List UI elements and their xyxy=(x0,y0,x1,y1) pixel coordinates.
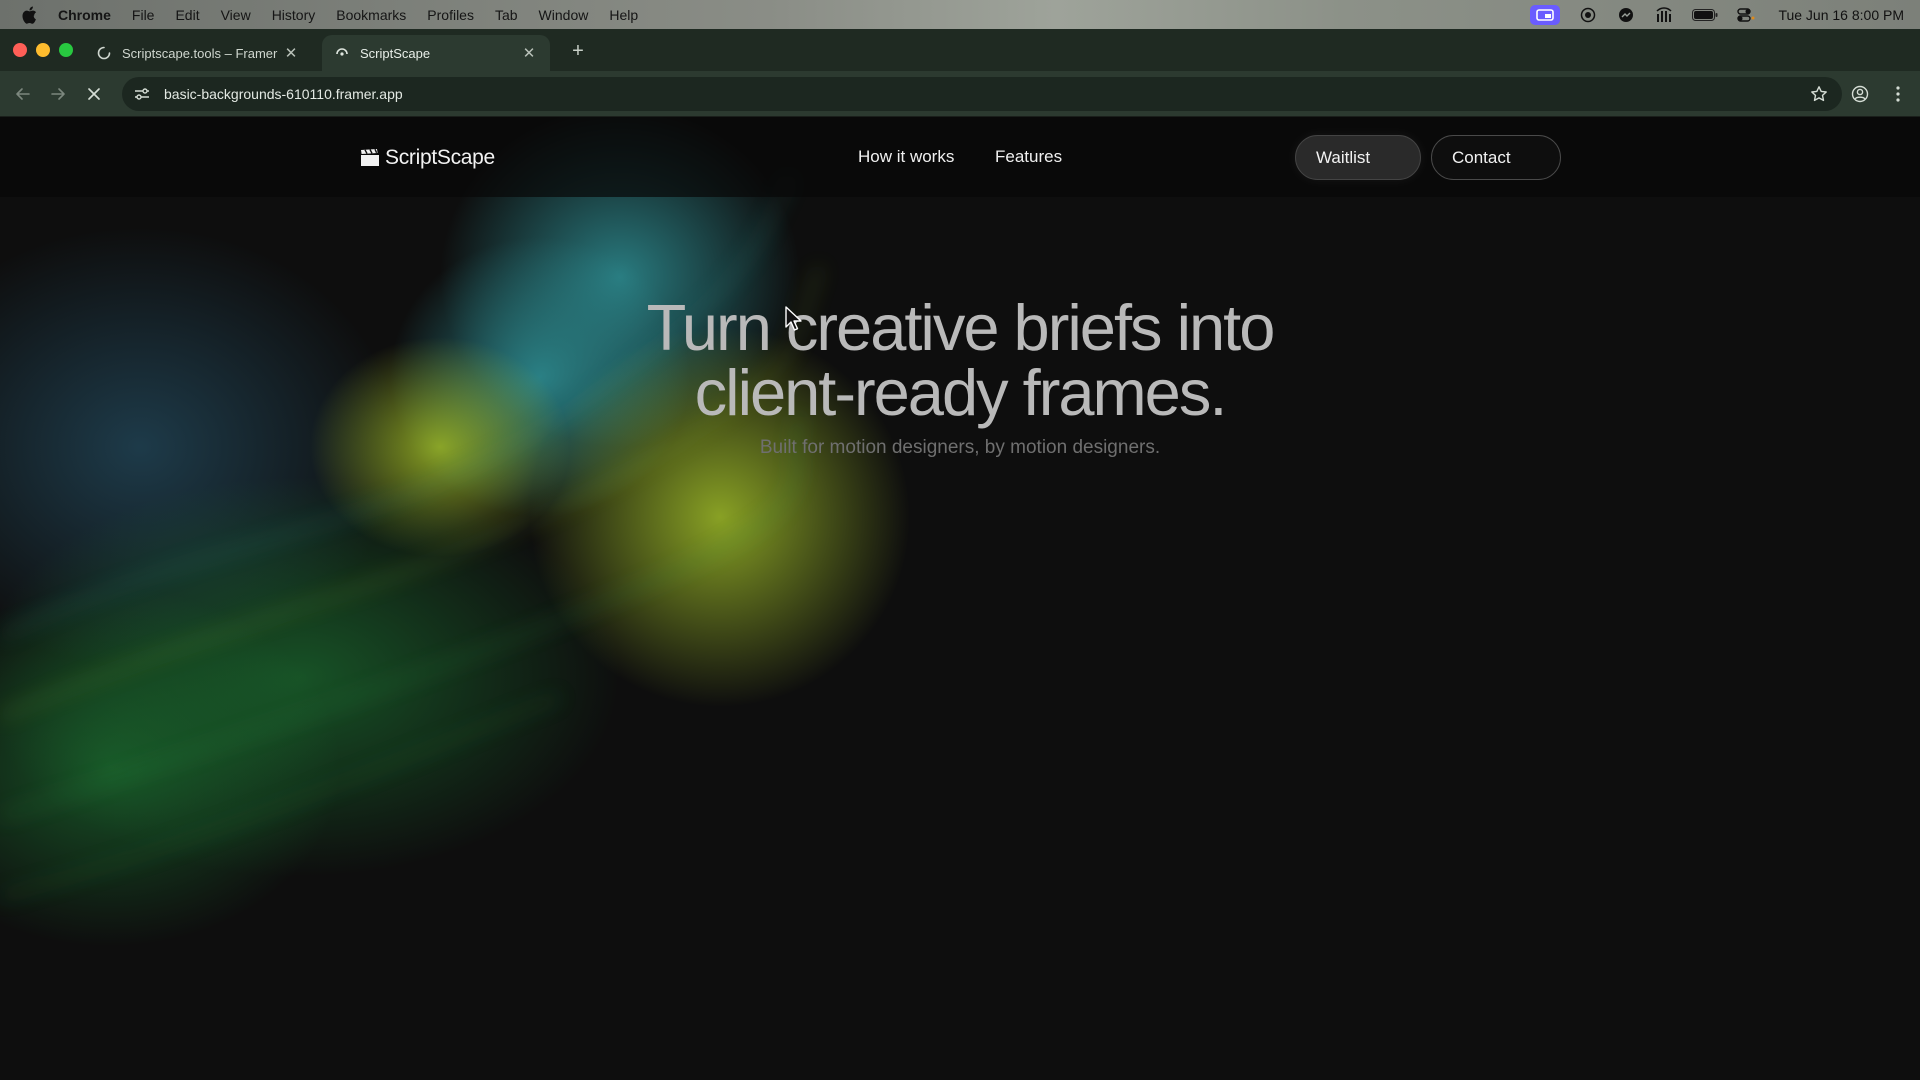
window-zoom-button[interactable] xyxy=(59,43,73,57)
window-minimize-button[interactable] xyxy=(36,43,50,57)
menu-app-name[interactable]: Chrome xyxy=(58,7,111,23)
record-icon[interactable] xyxy=(1578,7,1598,23)
site-logo[interactable]: ScriptScape xyxy=(360,145,495,171)
tab-close-icon[interactable]: ✕ xyxy=(282,44,300,62)
menu-file[interactable]: File xyxy=(132,7,155,23)
loading-spinner-icon xyxy=(96,45,112,61)
messenger-icon[interactable] xyxy=(1616,7,1636,23)
window-close-button[interactable] xyxy=(13,43,27,57)
menu-view[interactable]: View xyxy=(221,7,251,23)
browser-toolbar: basic-backgrounds-610110.framer.app xyxy=(0,71,1920,117)
tab-title: Scriptscape.tools – Framer xyxy=(122,45,278,61)
hero-subtitle: Built for motion designers, by motion de… xyxy=(759,437,1161,458)
screen-share-icon[interactable] xyxy=(1530,4,1561,25)
menu-edit[interactable]: Edit xyxy=(175,7,199,23)
hotspot-icon[interactable] xyxy=(1654,6,1674,23)
menu-window[interactable]: Window xyxy=(539,7,589,23)
menubar-status-area: Tue Jun 16 8:00 PM xyxy=(1530,0,1904,29)
clapperboard-icon xyxy=(360,148,380,167)
site-info-icon[interactable] xyxy=(132,84,152,104)
browser-tab-strip: Scriptscape.tools – Framer ✕ ScriptScape… xyxy=(0,29,1920,72)
battery-icon[interactable] xyxy=(1692,7,1718,23)
menu-tab[interactable]: Tab xyxy=(495,7,518,23)
contact-button[interactable]: Contact xyxy=(1431,135,1561,180)
framer-favicon-icon xyxy=(334,45,350,61)
menu-help[interactable]: Help xyxy=(609,7,638,23)
tab-scriptscape[interactable]: ScriptScape ✕ xyxy=(322,35,550,71)
nav-link-how-it-works[interactable]: How it works xyxy=(858,147,954,167)
page-viewport: ScriptScape How it works Features Waitli… xyxy=(0,117,1920,1080)
hero-title: Turn creative briefs into client-ready f… xyxy=(560,295,1360,425)
stop-loading-icon[interactable] xyxy=(84,84,104,104)
more-menu-icon[interactable] xyxy=(1888,84,1908,104)
mouse-cursor-icon xyxy=(785,306,802,331)
control-center-icon[interactable] xyxy=(1736,7,1756,23)
forward-icon[interactable] xyxy=(48,84,68,104)
nav-link-features[interactable]: Features xyxy=(995,147,1062,167)
waitlist-button[interactable]: Waitlist xyxy=(1295,135,1421,180)
tab-title: ScriptScape xyxy=(360,45,431,61)
bookmark-star-icon[interactable] xyxy=(1810,85,1828,103)
hero-background-art xyxy=(0,117,1920,1080)
macos-menu-bar: Chrome File Edit View History Bookmarks … xyxy=(0,0,1920,29)
back-icon[interactable] xyxy=(13,84,33,104)
menubar-clock[interactable]: Tue Jun 16 8:00 PM xyxy=(1778,7,1904,23)
hero-title-line-2: client-ready frames. xyxy=(694,356,1228,429)
profile-icon[interactable] xyxy=(1850,84,1870,104)
hero-title-line-1: Turn creative briefs into xyxy=(646,291,1276,364)
site-navbar: ScriptScape How it works Features Waitli… xyxy=(0,117,1920,197)
menu-profiles[interactable]: Profiles xyxy=(427,7,474,23)
tab-close-icon[interactable]: ✕ xyxy=(520,44,538,62)
tab-scriptscape-tools[interactable]: Scriptscape.tools – Framer ✕ xyxy=(84,35,312,71)
logo-text: ScriptScape xyxy=(385,146,495,169)
apple-menu-icon[interactable] xyxy=(18,4,40,26)
address-bar[interactable]: basic-backgrounds-610110.framer.app xyxy=(122,77,1842,111)
address-url[interactable]: basic-backgrounds-610110.framer.app xyxy=(164,86,403,102)
menu-bookmarks[interactable]: Bookmarks xyxy=(336,7,406,23)
menu-history[interactable]: History xyxy=(272,7,316,23)
new-tab-icon[interactable]: + xyxy=(568,40,588,62)
